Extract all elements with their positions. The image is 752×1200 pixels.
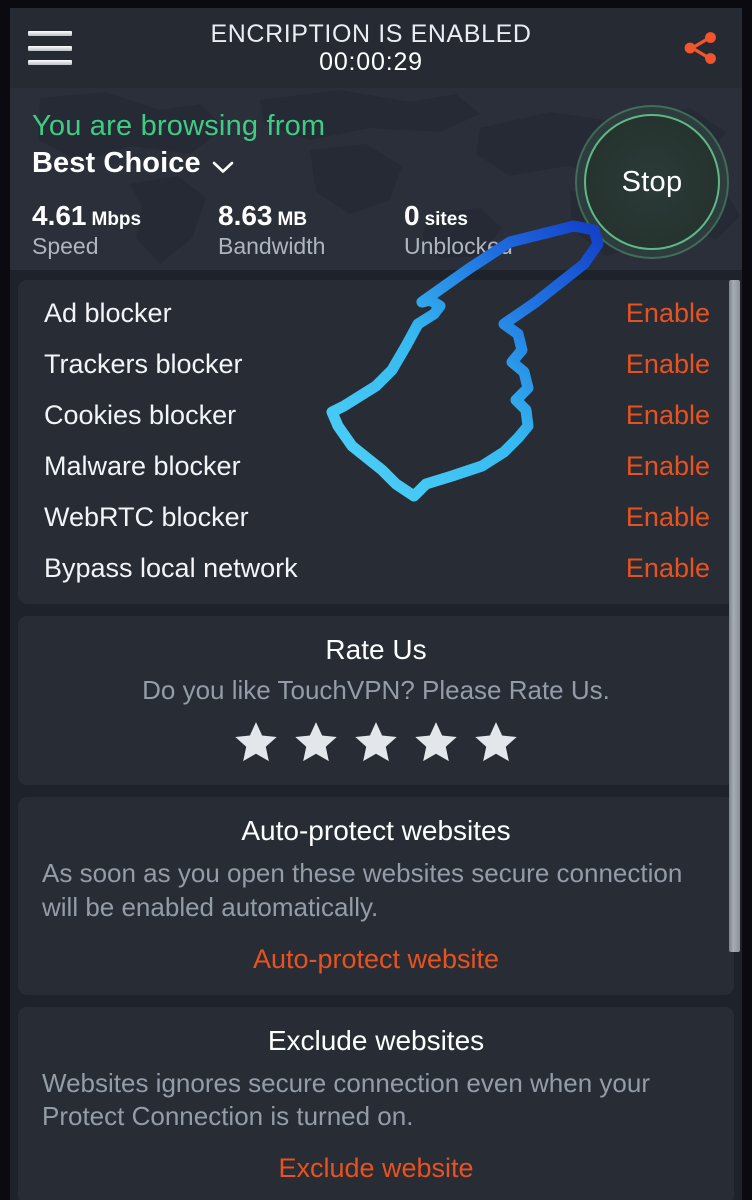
blocker-row-cookies[interactable]: Cookies blocker Enable (18, 390, 734, 441)
selected-location: Best Choice (32, 147, 201, 179)
stat-unblocked-label: Unblocked (404, 233, 513, 259)
app-screen: ENCRIPTION IS ENABLED 00:00:29 You are b… (10, 8, 742, 1200)
device-frame: ENCRIPTION IS ENABLED 00:00:29 You are b… (0, 0, 752, 1200)
stat-bandwidth: 8.63 MB Bandwidth (218, 200, 404, 260)
blocker-enable-button[interactable]: Enable (626, 400, 710, 431)
auto-protect-title: Auto-protect websites (241, 815, 511, 847)
blocker-row-bypass-local-network[interactable]: Bypass local network Enable (18, 543, 734, 594)
auto-protect-description: As soon as you open these websites secur… (42, 858, 683, 922)
encryption-status-block: ENCRIPTION IS ENABLED 00:00:29 (66, 20, 676, 76)
star-icon-3[interactable] (353, 719, 399, 765)
stat-speed-unit: Mbps (91, 209, 142, 230)
star-icon-1[interactable] (233, 719, 279, 765)
exclude-website-link[interactable]: Exclude website (278, 1153, 473, 1184)
share-icon[interactable] (676, 25, 724, 71)
connection-status-panel: You are browsing from Best Choice 4.61 Mb… (10, 88, 742, 270)
stat-bandwidth-unit: MB (277, 209, 308, 230)
blocker-label: Trackers blocker (44, 349, 243, 379)
chevron-down-icon (212, 161, 234, 173)
scrollbar[interactable] (729, 280, 740, 1200)
blocker-enable-button[interactable]: Enable (626, 502, 710, 533)
stat-speed: 4.61 Mbps Speed (32, 200, 218, 260)
stat-unblocked-value: 0 (404, 200, 420, 231)
blocker-enable-button[interactable]: Enable (626, 298, 710, 329)
rate-us-card: Rate Us Do you like TouchVPN? Please Rat… (18, 616, 734, 786)
blocker-row-malware[interactable]: Malware blocker Enable (18, 441, 734, 492)
blocker-row-trackers[interactable]: Trackers blocker Enable (18, 339, 734, 390)
exclude-websites-title: Exclude websites (267, 1024, 485, 1056)
rate-us-title: Rate Us (325, 634, 427, 665)
rating-stars[interactable] (34, 719, 718, 765)
blocker-enable-button[interactable]: Enable (626, 553, 710, 584)
stat-speed-label: Speed (32, 233, 99, 259)
blocker-enable-button[interactable]: Enable (626, 451, 710, 482)
top-bar: ENCRIPTION IS ENABLED 00:00:29 (10, 8, 742, 88)
content-scroll-area: Ad blocker Enable Trackers blocker Enabl… (10, 270, 742, 1200)
blocker-row-webrtc[interactable]: WebRTC blocker Enable (18, 492, 734, 543)
stat-unblocked: 0 sites Unblocked (404, 200, 513, 260)
blocker-label: WebRTC blocker (44, 502, 249, 532)
stop-button[interactable]: Stop (584, 114, 720, 250)
blocker-label: Cookies blocker (44, 400, 237, 430)
star-icon-4[interactable] (413, 719, 459, 765)
stat-bandwidth-value: 8.63 (218, 200, 273, 231)
exclude-websites-card: Exclude websites Websites ignores secure… (18, 1006, 734, 1200)
star-icon-2[interactable] (293, 719, 339, 765)
blockers-card: Ad blocker Enable Trackers blocker Enabl… (18, 280, 734, 604)
auto-protect-website-link[interactable]: Auto-protect website (253, 944, 499, 975)
star-icon-5[interactable] (473, 719, 519, 765)
stat-bandwidth-label: Bandwidth (218, 233, 326, 259)
location-selector[interactable]: Best Choice (32, 147, 234, 180)
session-timer: 00:00:29 (319, 48, 423, 76)
scrollbar-thumb[interactable] (729, 280, 740, 952)
rate-us-subtitle: Do you like TouchVPN? Please Rate Us. (142, 675, 610, 705)
blocker-enable-button[interactable]: Enable (626, 349, 710, 380)
blocker-label: Ad blocker (44, 298, 172, 328)
auto-protect-card: Auto-protect websites As soon as you ope… (18, 797, 734, 995)
stat-speed-value: 4.61 (32, 200, 87, 231)
blocker-label: Malware blocker (44, 451, 241, 481)
stat-unblocked-unit: sites (424, 209, 468, 230)
stop-button-label: Stop (621, 165, 683, 198)
encryption-status-title: ENCRIPTION IS ENABLED (210, 20, 532, 48)
blocker-label: Bypass local network (44, 553, 298, 583)
blocker-row-ad[interactable]: Ad blocker Enable (18, 288, 734, 339)
exclude-websites-description: Websites ignores secure connection even … (42, 1067, 650, 1132)
